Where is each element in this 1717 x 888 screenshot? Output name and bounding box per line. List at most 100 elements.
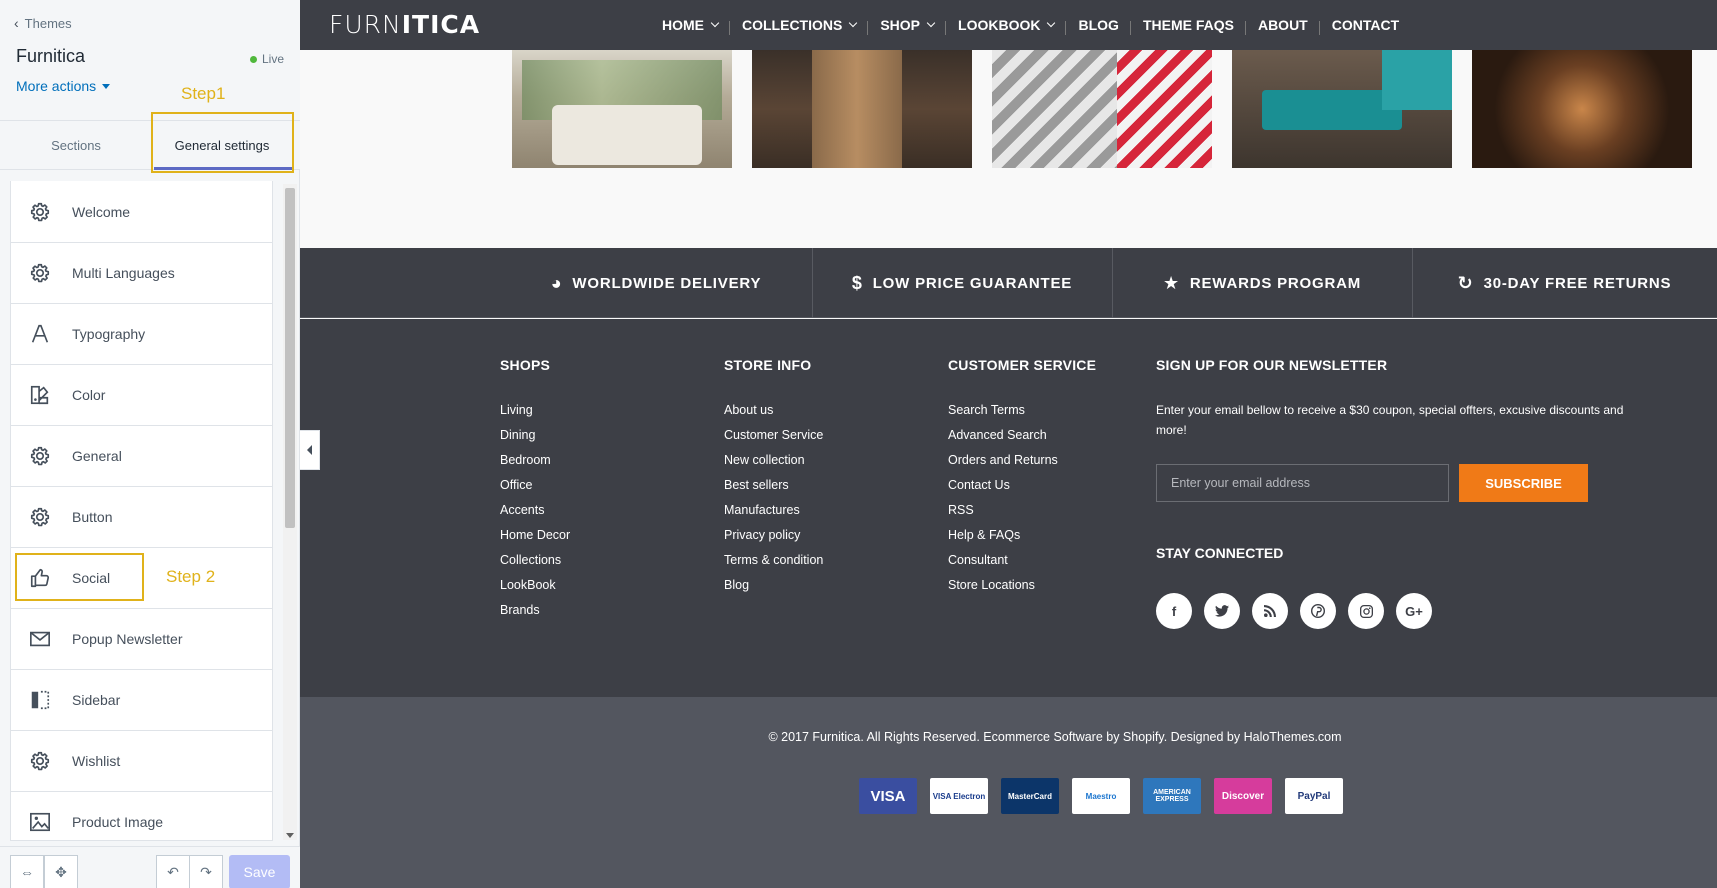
chevron-left-icon: ‹ — [14, 15, 19, 31]
footer-link[interactable]: Home Decor — [500, 527, 570, 552]
product-image-strip — [512, 50, 1692, 168]
back-to-themes-link[interactable]: ‹ Themes — [14, 15, 72, 31]
footer-link[interactable]: Consultant — [948, 552, 1096, 577]
inspector-toggle-button[interactable]: ✥ — [44, 855, 78, 888]
instagram-icon[interactable] — [1348, 593, 1384, 629]
product-image[interactable] — [992, 50, 1212, 168]
setting-item-label: Wishlist — [72, 753, 121, 769]
footer-link[interactable]: LookBook — [500, 577, 570, 602]
facebook-icon[interactable]: f — [1156, 593, 1192, 629]
copyright-text: © 2017 Furnitica. All Rights Reserved. E… — [768, 730, 1342, 744]
logo-text-part1: FURN — [329, 10, 402, 39]
footer-link[interactable]: Privacy policy — [724, 527, 823, 552]
setting-item-color[interactable]: Color — [11, 364, 272, 425]
nav-theme-faqs[interactable]: THEME FAQS — [1131, 17, 1246, 35]
redo-icon: ↷ — [200, 863, 212, 880]
footer-heading: STORE INFO — [724, 357, 812, 373]
full-width-toggle-button[interactable]: ⇔ — [10, 855, 44, 888]
live-label: Live — [261, 52, 284, 66]
chevron-down-icon — [1047, 18, 1056, 28]
footer-link[interactable]: Store Locations — [948, 577, 1096, 602]
nav-contact[interactable]: CONTACT — [1320, 17, 1411, 33]
footer-link[interactable]: Office — [500, 477, 570, 502]
collapse-sidebar-handle[interactable] — [300, 430, 320, 470]
main-nav: HOME COLLECTIONS SHOP LOOKBOOK BLOG THEME FAQ… — [650, 0, 1411, 50]
google-plus-icon[interactable]: G+ — [1396, 593, 1432, 629]
product-image[interactable] — [752, 50, 972, 168]
footer-link[interactable]: Manufactures — [724, 502, 823, 527]
footer-link[interactable]: Advanced Search — [948, 427, 1096, 452]
pinterest-icon[interactable] — [1300, 593, 1336, 629]
dollar-icon: $ — [851, 272, 863, 293]
twitter-icon[interactable] — [1204, 593, 1240, 629]
footer-link[interactable]: Help & FAQs — [948, 527, 1096, 552]
footer-link[interactable]: Bedroom — [500, 452, 570, 477]
footer-link[interactable]: Contact Us — [948, 477, 1096, 502]
setting-item-general[interactable]: General — [11, 425, 272, 486]
subscribe-button[interactable]: SUBSCRIBE — [1459, 464, 1588, 502]
setting-item-product-image[interactable]: Product Image — [11, 791, 272, 840]
footer-link[interactable]: RSS — [948, 502, 1096, 527]
site-logo[interactable]: FURNITICA — [329, 10, 480, 39]
footer-link[interactable]: Dining — [500, 427, 570, 452]
footer-link[interactable]: Search Terms — [948, 402, 1096, 427]
sidebar-header: ‹ Themes Furnitica Live More actions — [0, 0, 300, 120]
nav-label: LOOKBOOK — [958, 17, 1041, 33]
tab-sections[interactable]: Sections — [0, 121, 152, 169]
redo-button[interactable]: ↷ — [189, 855, 223, 888]
nav-shop[interactable]: SHOP — [868, 17, 946, 35]
setting-item-multi-languages[interactable]: Multi Languages — [11, 242, 272, 303]
feature-item: ◕ WORLDWIDE DELIVERY — [500, 248, 812, 318]
more-actions-button[interactable]: More actions — [16, 78, 111, 94]
live-status: Live — [249, 52, 284, 66]
nav-collections[interactable]: COLLECTIONS — [730, 17, 869, 35]
settings-list: Welcome Multi Languages Typography Color Gen… — [10, 181, 273, 841]
setting-item-wishlist[interactable]: Wishlist — [11, 730, 272, 791]
footer-links: About us Customer Service New collection Be… — [724, 402, 823, 602]
footer-link[interactable]: Blog — [724, 577, 823, 602]
product-image[interactable] — [512, 50, 732, 168]
feature-item: $ LOW PRICE GUARANTEE — [812, 248, 1112, 318]
star-icon: ★ — [1162, 272, 1180, 293]
undo-button[interactable]: ↶ — [156, 855, 190, 888]
setting-item-typography[interactable]: Typography — [11, 303, 272, 364]
footer-link[interactable]: Customer Service — [724, 427, 823, 452]
nav-home[interactable]: HOME — [650, 17, 730, 35]
footer-link[interactable]: New collection — [724, 452, 823, 477]
setting-item-welcome[interactable]: Welcome — [11, 181, 272, 242]
typography-icon — [28, 322, 52, 346]
footer-link[interactable]: About us — [724, 402, 823, 427]
refresh-icon: ↻ — [1457, 272, 1474, 293]
setting-item-button[interactable]: Button — [11, 486, 272, 547]
settings-scrollbar[interactable] — [283, 184, 297, 840]
footer-links: Search Terms Advanced Search Orders and Re… — [948, 402, 1096, 602]
gear-icon — [28, 261, 52, 285]
feature-divider — [812, 248, 813, 318]
sidebar-footer: ⇔ ✥ ↶ ↷ Save — [0, 846, 300, 888]
sidebar-icon — [28, 688, 52, 712]
footer-link[interactable]: Collections — [500, 552, 570, 577]
nav-blog[interactable]: BLOG — [1066, 17, 1132, 35]
save-button[interactable]: Save — [229, 855, 290, 888]
stay-connected-heading: STAY CONNECTED — [1156, 545, 1284, 561]
nav-about[interactable]: ABOUT — [1246, 17, 1320, 35]
footer-link[interactable]: Brands — [500, 602, 570, 627]
feature-item: ↻ 30-DAY FREE RETURNS — [1412, 248, 1717, 318]
scrollbar-thumb[interactable] — [285, 188, 295, 528]
footer-link[interactable]: Accents — [500, 502, 570, 527]
product-image[interactable] — [1232, 50, 1452, 168]
product-image[interactable] — [1472, 50, 1692, 168]
setting-item-sidebar[interactable]: Sidebar — [11, 669, 272, 730]
feature-divider — [1112, 248, 1113, 318]
newsletter-email-input[interactable]: Enter your email address — [1156, 464, 1449, 502]
footer-link[interactable]: Terms & condition — [724, 552, 823, 577]
footer-link[interactable]: Orders and Returns — [948, 452, 1096, 477]
setting-item-popup-newsletter[interactable]: Popup Newsletter — [11, 608, 272, 669]
theme-editor-sidebar: ‹ Themes Furnitica Live More actions Ste… — [0, 0, 300, 888]
rss-icon[interactable] — [1252, 593, 1288, 629]
scroll-down-arrow-icon[interactable] — [286, 833, 294, 838]
nav-lookbook[interactable]: LOOKBOOK — [946, 17, 1067, 35]
footer-link[interactable]: Best sellers — [724, 477, 823, 502]
footer-link[interactable]: Living — [500, 402, 570, 427]
chevron-down-icon — [710, 18, 720, 28]
